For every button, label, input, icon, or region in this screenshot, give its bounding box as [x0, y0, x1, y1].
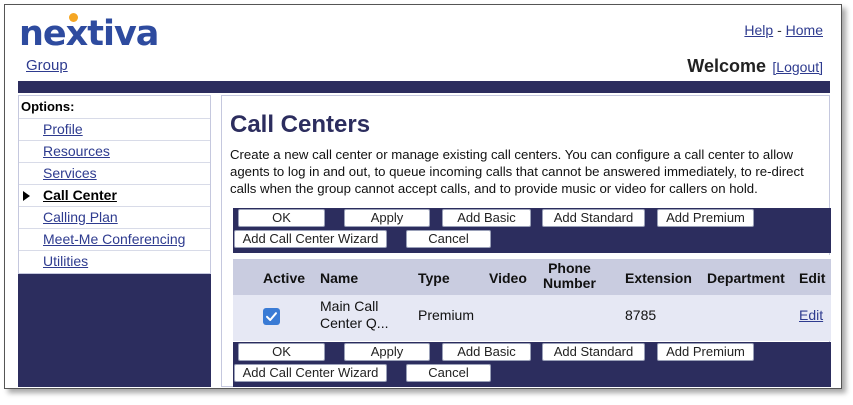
column-header-edit: Edit — [799, 270, 826, 286]
column-header-type[interactable]: Type — [418, 270, 450, 286]
add-call-center-wizard-button[interactable]: Add Call Center Wizard — [234, 230, 387, 248]
apply-button[interactable]: Apply — [344, 343, 430, 361]
column-header-active[interactable]: Active — [263, 270, 305, 286]
cancel-button[interactable]: Cancel — [406, 230, 491, 248]
call-center-extension: 8785 — [625, 307, 657, 323]
active-checkbox[interactable] — [263, 308, 280, 325]
table-row: Main Call Center Q... Premium 8785 Edit — [233, 295, 831, 337]
cancel-button[interactable]: Cancel — [406, 364, 491, 382]
logout-link[interactable]: [Logout] — [772, 59, 823, 75]
column-header-department[interactable]: Department — [707, 270, 785, 286]
add-standard-button[interactable]: Add Standard — [542, 343, 645, 361]
ok-button[interactable]: OK — [238, 209, 325, 227]
column-header-extension[interactable]: Extension — [625, 270, 692, 286]
sidebar-item-meet-me-conferencing[interactable]: Meet-Me Conferencing — [19, 228, 210, 250]
ok-button[interactable]: OK — [238, 343, 325, 361]
sidebar-item-label[interactable]: Services — [43, 165, 97, 181]
call-centers-table: Active Name Type Video Phone Number Exte… — [233, 255, 831, 341]
sidebar-item-resources[interactable]: Resources — [19, 140, 210, 162]
sidebar-item-services[interactable]: Services — [19, 162, 210, 184]
page-title: Call Centers — [230, 111, 371, 138]
button-bar-top: OK Apply Add Basic Add Standard Add Prem… — [233, 208, 831, 253]
group-link[interactable]: Group — [26, 57, 68, 74]
column-header-name[interactable]: Name — [320, 270, 358, 286]
sidebar-item-profile[interactable]: Profile — [19, 118, 210, 140]
sidebar: Options: Profile Resources Services Call… — [18, 95, 211, 387]
welcome-text: Welcome — [687, 56, 766, 76]
options-panel: Options: Profile Resources Services Call… — [18, 95, 211, 274]
add-basic-button[interactable]: Add Basic — [442, 209, 531, 227]
call-center-name: Main Call Center Q... — [320, 298, 388, 332]
checkmark-icon — [266, 312, 277, 321]
home-link[interactable]: Home — [786, 22, 823, 38]
main-content: Call Centers Create a new call center or… — [221, 95, 831, 387]
sidebar-item-label[interactable]: Utilities — [43, 253, 88, 269]
page-description: Create a new call center or manage exist… — [230, 147, 804, 196]
column-header-video[interactable]: Video — [489, 270, 527, 286]
sidebar-item-label[interactable]: Profile — [43, 121, 83, 137]
add-standard-button[interactable]: Add Standard — [542, 209, 645, 227]
table-header: Active Name Type Video Phone Number Exte… — [233, 259, 831, 295]
sidebar-item-label[interactable]: Meet-Me Conferencing — [43, 231, 185, 247]
sidebar-item-calling-plan[interactable]: Calling Plan — [19, 206, 210, 228]
name-line1: Main Call — [320, 298, 379, 314]
add-premium-button[interactable]: Add Premium — [657, 343, 754, 361]
options-title: Options: — [21, 99, 75, 114]
apply-button[interactable]: Apply — [344, 209, 430, 227]
add-basic-button[interactable]: Add Basic — [442, 343, 531, 361]
nextiva-logo: nextiva — [19, 13, 159, 54]
header-bar — [18, 81, 830, 93]
sidebar-item-call-center[interactable]: Call Center — [19, 184, 210, 206]
sidebar-item-label[interactable]: Call Center — [43, 187, 117, 203]
sidebar-item-utilities[interactable]: Utilities — [19, 250, 210, 272]
logo-text: nextiva — [19, 14, 159, 54]
call-center-type: Premium — [418, 307, 475, 323]
phone-header-line2: Number — [543, 275, 596, 291]
column-header-phone-number[interactable]: Phone Number — [543, 261, 596, 291]
button-bar-bottom: OK Apply Add Basic Add Standard Add Prem… — [233, 342, 831, 387]
logo-dot-icon — [69, 13, 78, 22]
help-link[interactable]: Help — [744, 22, 773, 38]
link-separator: - — [777, 22, 782, 38]
current-arrow-icon — [23, 191, 30, 201]
add-premium-button[interactable]: Add Premium — [657, 209, 754, 227]
name-line2: Center Q... — [320, 315, 389, 331]
sidebar-item-label[interactable]: Resources — [43, 143, 110, 159]
top-links: Help - Home — [744, 22, 823, 38]
browser-frame: nextiva Group Help - Home Welcome [Logou… — [4, 4, 842, 389]
add-call-center-wizard-button[interactable]: Add Call Center Wizard — [234, 364, 387, 382]
edit-link[interactable]: Edit — [799, 307, 823, 323]
phone-header-line1: Phone — [548, 260, 591, 276]
sidebar-item-label[interactable]: Calling Plan — [43, 209, 118, 225]
